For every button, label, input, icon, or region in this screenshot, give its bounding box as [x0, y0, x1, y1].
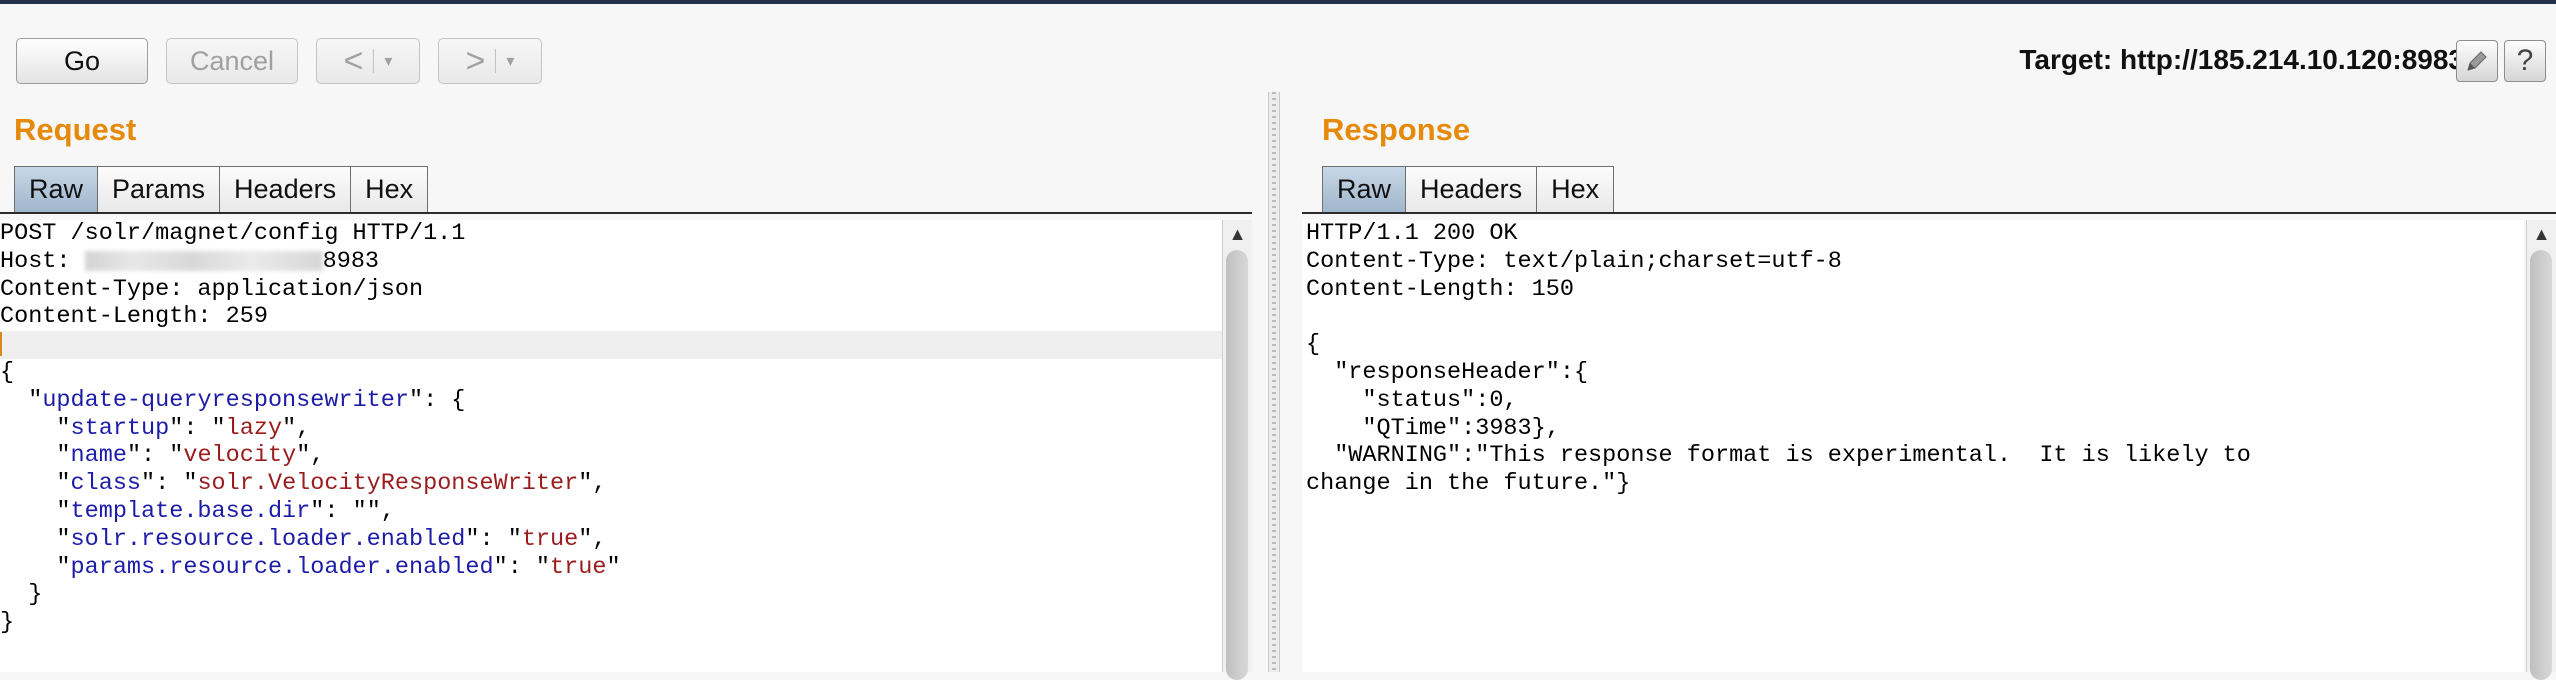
response-scrollbar[interactable]: ▲ [2526, 220, 2556, 680]
redacted-host [84, 250, 323, 271]
code-line: Content-Type: text/plain;charset=utf-8 [1306, 247, 1842, 275]
code-line: "params.resource.loader.enabled": "true" [0, 553, 621, 581]
code-line: "QTime":3983}, [1306, 414, 1560, 442]
request-tabs: Raw Params Headers Hex [14, 166, 429, 212]
code-line: { [0, 358, 15, 386]
code-line: Host: 8983 [0, 247, 380, 275]
code-line: "template.base.dir": "", [0, 497, 395, 525]
edit-target-button[interactable] [2456, 40, 2498, 82]
response-tab-hex[interactable]: Hex [1537, 166, 1615, 212]
request-tab-params[interactable]: Params [98, 166, 221, 212]
forward-dropdown-icon[interactable]: ▾ [506, 51, 514, 71]
code-line: } [0, 609, 15, 637]
response-tab-raw[interactable]: Raw [1322, 166, 1407, 212]
pencil-icon [2467, 51, 2487, 71]
code-line: "status":0, [1306, 386, 1518, 414]
request-title: Request [14, 112, 137, 147]
code-line: "WARNING":"This response format is exper… [1306, 442, 2251, 470]
request-tab-headers[interactable]: Headers [220, 166, 352, 212]
scrollbar-thumb[interactable] [2530, 250, 2552, 680]
go-button-label: Go [63, 45, 101, 76]
go-button[interactable]: Go [16, 38, 148, 84]
code-line: } [0, 581, 43, 609]
request-scrollbar[interactable]: ▲ [1222, 220, 1252, 680]
forward-button[interactable]: > ▾ [438, 38, 542, 84]
code-line: "name": "velocity", [0, 442, 325, 470]
window-top-border [0, 0, 2556, 4]
scroll-up-arrow-icon[interactable]: ▲ [1223, 224, 1252, 245]
text-cursor [0, 331, 2, 356]
response-tabs: Raw Headers Hex [1322, 166, 1615, 212]
code-line: "startup": "lazy", [0, 414, 311, 442]
back-arrow-icon: < [343, 42, 364, 80]
scroll-up-arrow-icon[interactable]: ▲ [2527, 224, 2556, 245]
back-dropdown-icon[interactable]: ▾ [384, 51, 392, 71]
current-line [0, 331, 1222, 359]
button-separator [495, 49, 497, 73]
cancel-button[interactable]: Cancel [166, 38, 298, 84]
request-tab-underline [0, 212, 1252, 214]
forward-arrow-icon: > [465, 42, 486, 80]
code-line: Content-Length: 150 [1306, 275, 1574, 303]
code-line: Content-Length: 259 [0, 303, 268, 331]
code-line: change in the future."} [1306, 470, 1631, 498]
code-line: POST /solr/magnet/config HTTP/1.1 [0, 220, 466, 247]
response-tab-underline [1302, 212, 2556, 214]
request-editor[interactable]: POST /solr/magnet/config HTTP/1.1 Host: 8… [0, 220, 1222, 672]
response-title: Response [1322, 112, 1471, 147]
button-separator [373, 49, 375, 73]
response-editor[interactable]: HTTP/1.1 200 OK Content-Type: text/plain;… [1302, 220, 2524, 672]
pane-splitter[interactable] [1268, 92, 1280, 672]
help-button[interactable]: ? [2504, 40, 2546, 82]
scrollbar-thumb[interactable] [1226, 250, 1248, 680]
target-label: Target: http://185.214.10.120:8983 [2019, 44, 2464, 75]
code-line: "responseHeader":{ [1306, 358, 1589, 386]
request-tab-raw[interactable]: Raw [14, 166, 99, 212]
code-line: HTTP/1.1 200 OK [1306, 220, 1518, 247]
code-line: "solr.resource.loader.enabled": "true", [0, 525, 607, 553]
response-tab-headers[interactable]: Headers [1406, 166, 1538, 212]
help-icon: ? [2516, 44, 2534, 77]
code-line: "class": "solr.VelocityResponseWriter", [0, 470, 607, 498]
code-line: "update-queryresponsewriter": { [0, 386, 466, 414]
request-tab-hex[interactable]: Hex [351, 166, 429, 212]
code-line: { [1306, 331, 1321, 359]
code-line: Content-Type: application/json [0, 275, 424, 303]
cancel-button-label: Cancel [189, 45, 275, 76]
back-button[interactable]: < ▾ [316, 38, 420, 84]
